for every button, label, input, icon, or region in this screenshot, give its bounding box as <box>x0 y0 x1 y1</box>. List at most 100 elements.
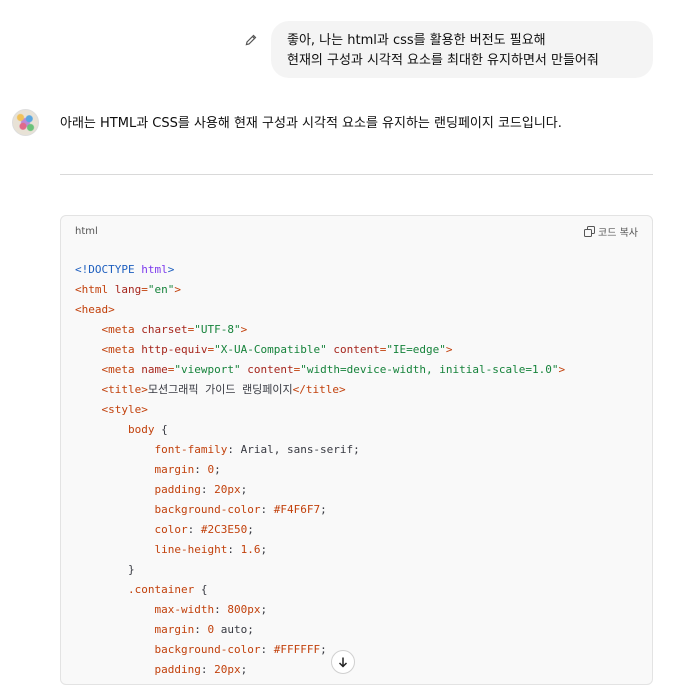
code-token: background-color <box>154 643 261 656</box>
code-token: > <box>558 363 566 376</box>
code-block: html 코드 복사 <!DOCTYPE html> <html lang="en… <box>60 215 653 685</box>
code-token: { <box>194 583 208 596</box>
code-token: <head> <box>75 303 115 316</box>
copy-code-button[interactable]: 코드 복사 <box>584 224 638 239</box>
code-token: #2C3E50 <box>200 523 248 536</box>
code-line: .container { <box>75 580 565 600</box>
code-token: <meta <box>101 323 142 336</box>
code-token: padding <box>154 483 201 496</box>
code-line: <meta name="viewport" content="width=dev… <box>75 360 566 380</box>
code-token: max-width <box>154 603 215 616</box>
code-token: : Arial, sans-serif; <box>227 443 360 456</box>
scroll-down-button[interactable] <box>331 650 355 674</box>
code-token: line-height <box>154 543 228 556</box>
code-token: name <box>141 363 168 376</box>
pencil-icon[interactable] <box>244 32 258 46</box>
code-token: > <box>167 263 175 276</box>
code-token: body <box>127 423 155 436</box>
code-token: { <box>154 423 168 436</box>
code-line: } <box>75 560 565 580</box>
code-token: "viewport" <box>174 363 241 376</box>
code-line: margin: 0; <box>75 460 565 480</box>
code-token: : <box>194 623 208 636</box>
code-token: ; <box>247 523 254 536</box>
code-token: : <box>227 543 241 556</box>
assistant-message-text: 아래는 HTML과 CSS를 사용해 현재 구성과 시각적 요소를 유지하는 랜… <box>60 116 562 131</box>
code-line: color: #2C3E50; <box>75 520 565 540</box>
code-token: ; <box>260 543 268 556</box>
code-token: > <box>174 283 181 296</box>
code-token: "IE=edge" <box>386 343 446 356</box>
code-token: 20px <box>214 483 241 496</box>
code-token: : <box>200 663 215 676</box>
code-token: .container <box>127 583 195 596</box>
code-token: ; <box>214 463 221 476</box>
code-line: background-color: #FFFFFF; <box>75 640 565 660</box>
code-token: : <box>260 643 274 656</box>
code-line: padding: 20px; <box>75 660 565 680</box>
divider <box>60 174 653 175</box>
code-line: margin: 0 auto; <box>75 620 565 640</box>
code-token: margin <box>154 463 195 476</box>
code-token: : <box>214 603 228 616</box>
code-line: <meta charset="UTF-8"> <box>75 320 565 340</box>
code-token: : <box>194 463 208 476</box>
code-token: padding <box>154 663 201 676</box>
code-token: html <box>141 263 168 276</box>
code-token: ; <box>320 643 327 656</box>
assistant-avatar <box>12 109 39 136</box>
code-token: ; <box>240 483 248 496</box>
code-token: "en" <box>147 283 175 296</box>
code-token: background-color <box>154 503 261 516</box>
code-token: color <box>154 523 188 536</box>
code-token: auto; <box>214 623 254 636</box>
code-token: 모션그래픽 가이드 랜딩페이지 <box>147 383 293 396</box>
code-token: charset <box>141 323 188 336</box>
code-token: "X-UA-Compatible" <box>214 343 327 356</box>
code-token: 800px <box>227 603 261 616</box>
code-token: 1.6 <box>240 543 261 556</box>
code-token: : <box>260 503 274 516</box>
code-token: ; <box>260 603 268 616</box>
code-line: body { <box>75 420 565 440</box>
code-language-label: html <box>75 226 98 237</box>
code-token: </title> <box>292 383 346 396</box>
code-line: line-height: 1.6; <box>75 540 565 560</box>
code-token: } <box>75 563 135 576</box>
code-token: = <box>141 283 148 296</box>
code-token: font-family <box>154 443 228 456</box>
code-token: "UTF-8" <box>194 323 241 336</box>
copy-code-label: 코드 복사 <box>598 228 638 239</box>
code-token: #F4F6F7 <box>273 503 321 516</box>
code-token: content <box>333 343 380 356</box>
code-line: max-width: 800px; <box>75 600 565 620</box>
code-token: > <box>240 323 248 336</box>
code-token: content <box>247 363 294 376</box>
code-token: http-equiv <box>141 343 208 356</box>
code-line: font-family: Arial, sans-serif; <box>75 440 565 460</box>
code-token: ; <box>320 503 327 516</box>
code-line: padding: 20px; <box>75 480 565 500</box>
code-line: <title>모션그래픽 가이드 랜딩페이지</title> <box>75 380 565 400</box>
code-content: <!DOCTYPE html> <html lang="en"> <head> <m… <box>75 260 565 680</box>
code-token: "width=device-width, initial-scale=1.0" <box>300 363 559 376</box>
code-token: margin <box>154 623 195 636</box>
copy-icon <box>584 226 596 237</box>
code-line: <meta http-equiv="X-UA-Compatible" conte… <box>75 340 565 360</box>
user-message-line: 좋아, 나는 html과 css를 활용한 버전도 필요해 <box>287 33 546 48</box>
arrow-down-icon <box>337 653 349 672</box>
code-token: <title> <box>101 383 148 396</box>
